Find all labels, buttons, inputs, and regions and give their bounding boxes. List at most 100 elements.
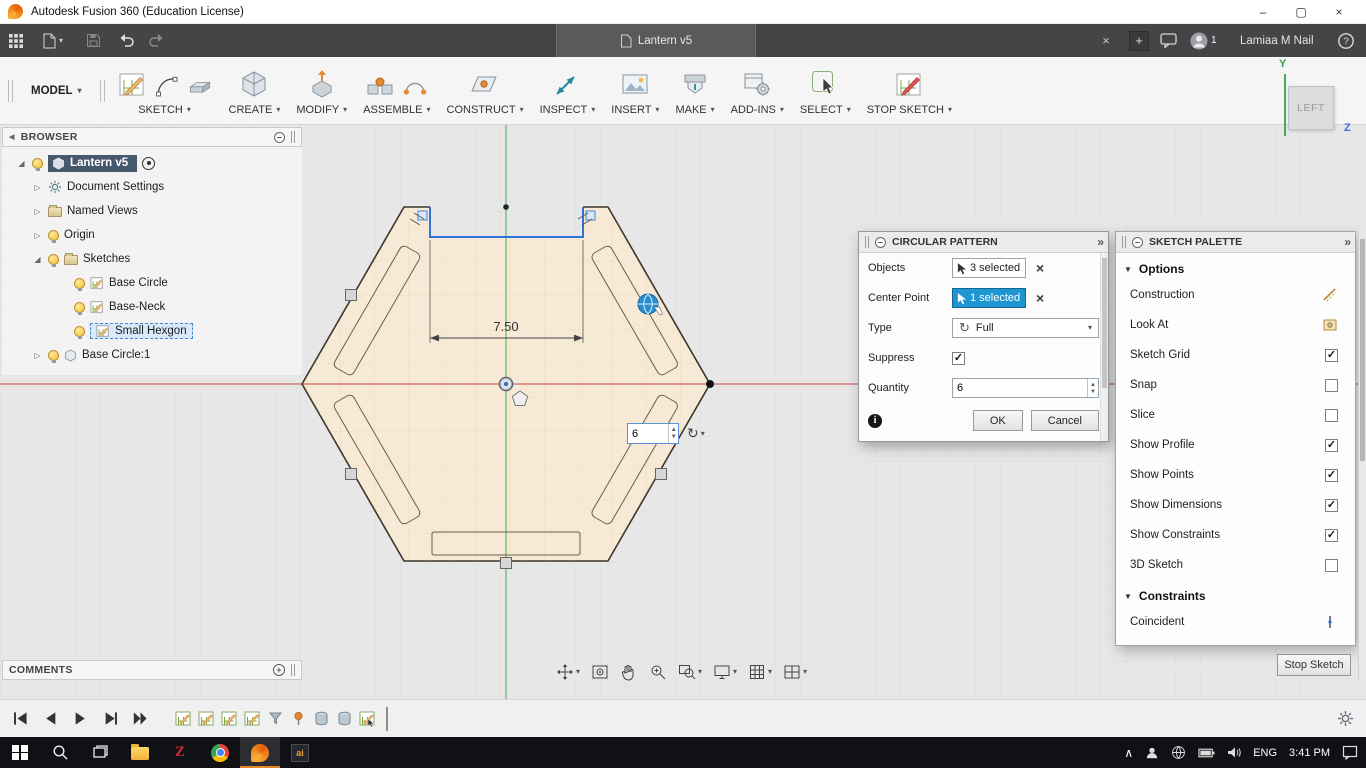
network-globe-icon[interactable]: [1171, 745, 1186, 760]
timeline-feature-sketch[interactable]: [221, 710, 238, 727]
menu-construct[interactable]: CONSTRUCT ▾: [439, 57, 532, 124]
activate-component-icon[interactable]: [142, 156, 156, 170]
ok-button[interactable]: OK: [972, 410, 1023, 431]
workspace-selector[interactable]: MODEL ▾: [17, 57, 96, 124]
slab-tool-icon[interactable]: [187, 73, 213, 99]
undo-button[interactable]: [118, 24, 135, 57]
menu-assemble[interactable]: ASSEMBLE ▾: [355, 57, 438, 124]
quantity-spinner[interactable]: ▲ ▼: [1086, 379, 1098, 397]
cancel-button[interactable]: Cancel: [1030, 410, 1099, 431]
palette-scrollbar[interactable]: [1358, 231, 1366, 681]
expand-icon[interactable]: ▷: [32, 231, 43, 240]
play-button[interactable]: [72, 710, 89, 727]
palette-item-slice[interactable]: Slice: [1116, 400, 1355, 430]
suppress-checkbox[interactable]: [952, 351, 965, 365]
new-document-button[interactable]: +: [1126, 24, 1152, 57]
menu-add-ins[interactable]: ADD-INS ▾: [723, 57, 792, 124]
step-forward-button[interactable]: [102, 710, 119, 727]
volume-icon[interactable]: [1227, 746, 1241, 759]
tree-item-named-views[interactable]: ▷ Named Views: [2, 199, 302, 223]
palette-item-construction[interactable]: Construction: [1116, 280, 1355, 310]
zotero-icon[interactable]: Z: [160, 737, 200, 768]
palette-item-show-dimensions[interactable]: Show Dimensions: [1116, 490, 1355, 520]
action-center-icon[interactable]: [1342, 745, 1358, 760]
clock[interactable]: 3:41 PM: [1289, 747, 1330, 759]
show-dimensions-checkbox[interactable]: [1325, 498, 1338, 512]
visibility-bulb-icon[interactable]: [48, 253, 59, 267]
stop-sketch-button[interactable]: Stop Sketch: [1277, 654, 1351, 676]
toolbar-grip[interactable]: [8, 79, 13, 102]
options-section-header[interactable]: ▼ Options: [1116, 253, 1355, 280]
taskbar-search-icon[interactable]: [40, 737, 80, 768]
collapse-left-icon[interactable]: ◀: [9, 134, 15, 141]
expand-icon[interactable]: ◢: [32, 255, 43, 264]
person-tray-icon[interactable]: [1145, 746, 1159, 760]
menu-sketch[interactable]: SKETCH ▾: [109, 57, 221, 124]
help-icon[interactable]: ?: [1338, 24, 1354, 57]
sketch-grid-checkbox[interactable]: [1325, 348, 1338, 362]
timeline-settings-gear-icon[interactable]: [1337, 710, 1354, 727]
save-button[interactable]: [86, 24, 101, 57]
hidden-icons-chevron[interactable]: ∧: [1124, 746, 1133, 760]
chrome-icon[interactable]: [200, 737, 240, 768]
tree-item-document-settings[interactable]: ▷ Document Settings: [2, 175, 302, 199]
close-document-button[interactable]: ×: [1094, 24, 1118, 57]
tree-item-small-hexgon[interactable]: Small Hexgon: [2, 319, 302, 343]
redo-button[interactable]: [148, 24, 165, 57]
dialog-scrollbar[interactable]: [1100, 253, 1108, 441]
select-cursor-icon[interactable]: [810, 69, 840, 99]
visibility-bulb-icon[interactable]: [48, 349, 59, 363]
go-to-end-button[interactable]: [132, 710, 149, 727]
info-icon[interactable]: i: [868, 413, 882, 428]
timeline-feature-sketch-active[interactable]: [359, 710, 376, 727]
orbit-pan-button[interactable]: ▾: [556, 663, 580, 681]
zoom-button[interactable]: [649, 663, 667, 681]
tree-item-origin[interactable]: ▷ Origin: [2, 223, 302, 247]
coincident-icon[interactable]: [1322, 614, 1338, 630]
timeline-feature-sketch[interactable]: [198, 710, 215, 727]
timeline-position-marker[interactable]: [386, 706, 388, 731]
measure-icon[interactable]: [552, 69, 582, 99]
palette-item-3d-sketch[interactable]: 3D Sketch: [1116, 550, 1355, 580]
visibility-bulb-icon[interactable]: [74, 277, 85, 291]
file-menu-button[interactable]: ▾: [42, 24, 63, 57]
visibility-bulb-icon[interactable]: [48, 229, 59, 243]
type-dropdown[interactable]: ↻ Full ▾: [952, 318, 1099, 338]
constraints-section-header[interactable]: ▼ Constraints: [1116, 580, 1355, 607]
zoom-window-button[interactable]: ▾: [678, 663, 702, 681]
show-constraints-checkbox[interactable]: [1325, 528, 1338, 542]
palette-item-look-at[interactable]: Look At: [1116, 310, 1355, 340]
comments-header[interactable]: COMMENTS +: [2, 660, 302, 680]
grid-snap-button[interactable]: ▾: [748, 663, 772, 681]
quantity-input-box[interactable]: ▲▼: [627, 423, 679, 444]
palette-item-show-points[interactable]: Show Points: [1116, 460, 1355, 490]
panel-grip[interactable]: [291, 131, 295, 143]
expand-icon[interactable]: ◢: [16, 159, 27, 168]
display-settings-button[interactable]: ▾: [713, 663, 737, 681]
construction-icon[interactable]: [1322, 287, 1338, 303]
center-point-selection-field[interactable]: 1 selected: [952, 288, 1026, 308]
apps-grid-icon[interactable]: [8, 24, 24, 57]
expand-icon[interactable]: ▷: [32, 351, 43, 360]
timeline-feature-sketch[interactable]: [244, 710, 261, 727]
collapse-palette-icon[interactable]: –: [1132, 236, 1143, 248]
motion-link-icon[interactable]: [402, 73, 428, 99]
snap-checkbox[interactable]: [1325, 378, 1338, 392]
browser-header[interactable]: ◀ BROWSER –: [2, 127, 302, 147]
menu-create[interactable]: CREATE ▾: [221, 57, 289, 124]
joint-icon[interactable]: [365, 69, 395, 99]
quantity-input[interactable]: [953, 379, 1087, 397]
add-comment-icon[interactable]: +: [273, 664, 285, 676]
pan-button[interactable]: [620, 663, 638, 681]
view-cube[interactable]: Y LEFT Z: [1268, 58, 1364, 144]
construction-pl ane-icon[interactable]: [470, 69, 500, 99]
3d-sketch-checkbox[interactable]: [1325, 558, 1338, 572]
fusion-360-taskbar-icon[interactable]: [240, 737, 280, 768]
top-mid-point[interactable]: [503, 204, 509, 210]
timeline-feature-sketch[interactable]: [175, 710, 192, 727]
expand-icon[interactable]: ▷: [32, 183, 43, 192]
show-profile-checkbox[interactable]: [1325, 438, 1338, 452]
menu-insert[interactable]: INSERT ▾: [603, 57, 667, 124]
palette-grip[interactable]: [1122, 236, 1126, 248]
palette-item-snap[interactable]: Snap: [1116, 370, 1355, 400]
